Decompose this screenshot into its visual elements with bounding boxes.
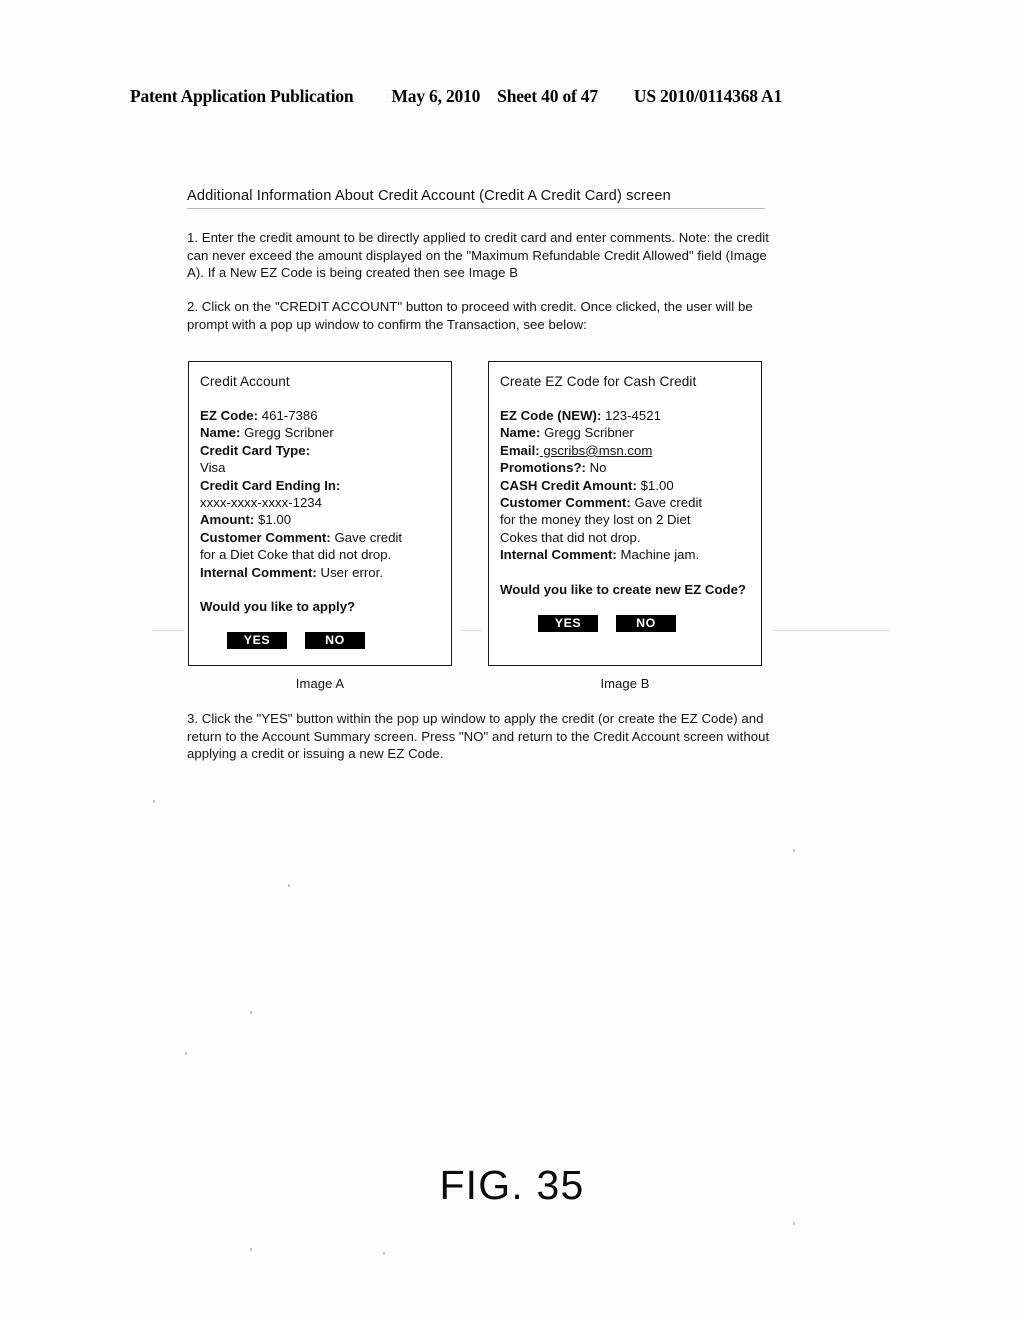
field-label: Credit Card Ending In: [200, 477, 341, 493]
screen-title: Additional Information About Credit Acco… [187, 188, 765, 209]
field-row: xxxx-xxxx-xxxx-1234 [200, 494, 451, 511]
field-label: Name: [500, 425, 541, 441]
field-row: Email: gscribs@msn.com [500, 442, 761, 459]
caption-image-a: Image A [295, 676, 345, 691]
dialog-b-button-row: YES NO [538, 615, 761, 633]
yes-button[interactable]: YES [538, 615, 598, 633]
field-row: for a Diet Coke that did not drop. [200, 546, 451, 563]
field-value: Machine jam. [616, 547, 700, 563]
field-label: Name: [200, 425, 241, 441]
field-label: Customer Comment: [200, 529, 331, 545]
field-value: Gregg Scribner [240, 425, 334, 441]
dialog-credit-account: Credit Account EZ Code: 461-7386 Name: G… [188, 361, 452, 666]
dialog-create-ez-code: Create EZ Code for Cash Credit EZ Code (… [488, 361, 762, 666]
scan-artifact [152, 630, 184, 631]
field-label: Amount: [200, 512, 255, 528]
dialog-b-question: Would you like to create new EZ Code? [500, 581, 746, 597]
scan-artifact [153, 800, 155, 803]
field-row: Cokes that did not drop. [500, 529, 761, 546]
field-row: Promotions?: No [500, 459, 761, 476]
dialog-b-field-list: EZ Code (NEW): 123-4521 Name: Gregg Scri… [500, 407, 761, 564]
field-value: Cokes that did not drop. [500, 529, 641, 545]
field-value: Gave credit [330, 529, 403, 545]
scan-artifact [250, 1011, 252, 1014]
field-row: Customer Comment: Gave credit [500, 494, 761, 511]
instruction-step-2: 2. Click on the "CREDIT ACCOUNT" button … [187, 299, 753, 332]
field-row: CASH Credit Amount: $1.00 [500, 477, 761, 494]
field-label: Email: [500, 442, 540, 458]
field-value: for a Diet Coke that did not drop. [200, 547, 392, 563]
scan-artifact [772, 630, 890, 631]
field-row: for the money they lost on 2 Diet [500, 511, 761, 528]
dialog-a-heading: Credit Account [200, 374, 290, 389]
field-value: $1.00 [636, 477, 674, 493]
field-label: Customer Comment: [500, 495, 631, 511]
publication-date: May 6, 2010 [391, 86, 481, 106]
scan-artifact [460, 630, 482, 631]
caption-image-b: Image B [600, 676, 650, 691]
patent-page: Patent Application Publication May 6, 20… [0, 0, 1024, 1320]
scan-artifact [793, 1222, 795, 1225]
field-label: EZ Code (NEW): [500, 408, 602, 423]
instruction-step-3: 3. Click the "YES" button within the pop… [187, 711, 770, 762]
publication-header: Patent Application Publication May 6, 20… [130, 86, 894, 107]
field-row: Visa [200, 459, 451, 476]
field-row: Credit Card Type: [200, 442, 451, 459]
field-row: EZ Code (NEW): 123-4521 [500, 407, 761, 424]
field-label: Promotions?: [500, 460, 586, 476]
field-label: Internal Comment: [500, 547, 617, 563]
field-value: for the money they lost on 2 Diet [500, 512, 691, 528]
scan-artifact [185, 1052, 187, 1055]
patent-number: US 2010/0114368 A1 [633, 86, 782, 106]
field-value: Visa [200, 460, 226, 476]
no-button[interactable]: NO [305, 632, 365, 650]
field-value: User error. [316, 564, 384, 580]
scan-artifact [793, 849, 795, 852]
scan-artifact [288, 884, 290, 887]
field-label: EZ Code: [200, 408, 259, 423]
field-label: Credit Card Type: [200, 442, 311, 458]
dialog-a-question: Would you like to apply? [200, 599, 356, 615]
field-value: xxxx-xxxx-xxxx-1234 [200, 495, 323, 511]
field-row: Name: Gregg Scribner [200, 424, 451, 441]
dialog-a-field-list: EZ Code: 461-7386 Name: Gregg Scribner C… [200, 407, 451, 581]
publication-label: Patent Application Publication [130, 86, 354, 106]
field-value: 461-7386 [258, 408, 318, 423]
no-button[interactable]: NO [616, 615, 676, 633]
field-value: $1.00 [254, 512, 292, 528]
field-value: Gave credit [630, 495, 703, 511]
field-value: 123-4521 [601, 408, 661, 423]
dialog-b-heading: Create EZ Code for Cash Credit [500, 374, 697, 389]
field-row: Amount: $1.00 [200, 511, 451, 528]
dialog-a-button-row: YES NO [227, 632, 451, 650]
field-row: EZ Code: 461-7386 [200, 407, 451, 424]
field-value: Gregg Scribner [540, 425, 634, 441]
sheet-number: Sheet 40 of 47 [497, 86, 598, 106]
field-label: CASH Credit Amount: [500, 477, 637, 493]
field-row: Customer Comment: Gave credit [200, 529, 451, 546]
field-row: Credit Card Ending In: [200, 477, 451, 494]
figure-label: FIG. 35 [439, 1162, 585, 1208]
field-row: Internal Comment: User error. [200, 564, 451, 581]
scan-artifact [383, 1252, 385, 1255]
instruction-step-1: 1. Enter the credit amount to be directl… [187, 230, 769, 281]
email-link[interactable]: gscribs@msn.com [540, 443, 653, 458]
yes-button[interactable]: YES [227, 632, 287, 650]
field-value: No [585, 460, 607, 476]
field-row: Name: Gregg Scribner [500, 424, 761, 441]
field-row: Internal Comment: Machine jam. [500, 546, 761, 563]
scan-artifact [250, 1248, 252, 1251]
field-label: Internal Comment: [200, 564, 317, 580]
